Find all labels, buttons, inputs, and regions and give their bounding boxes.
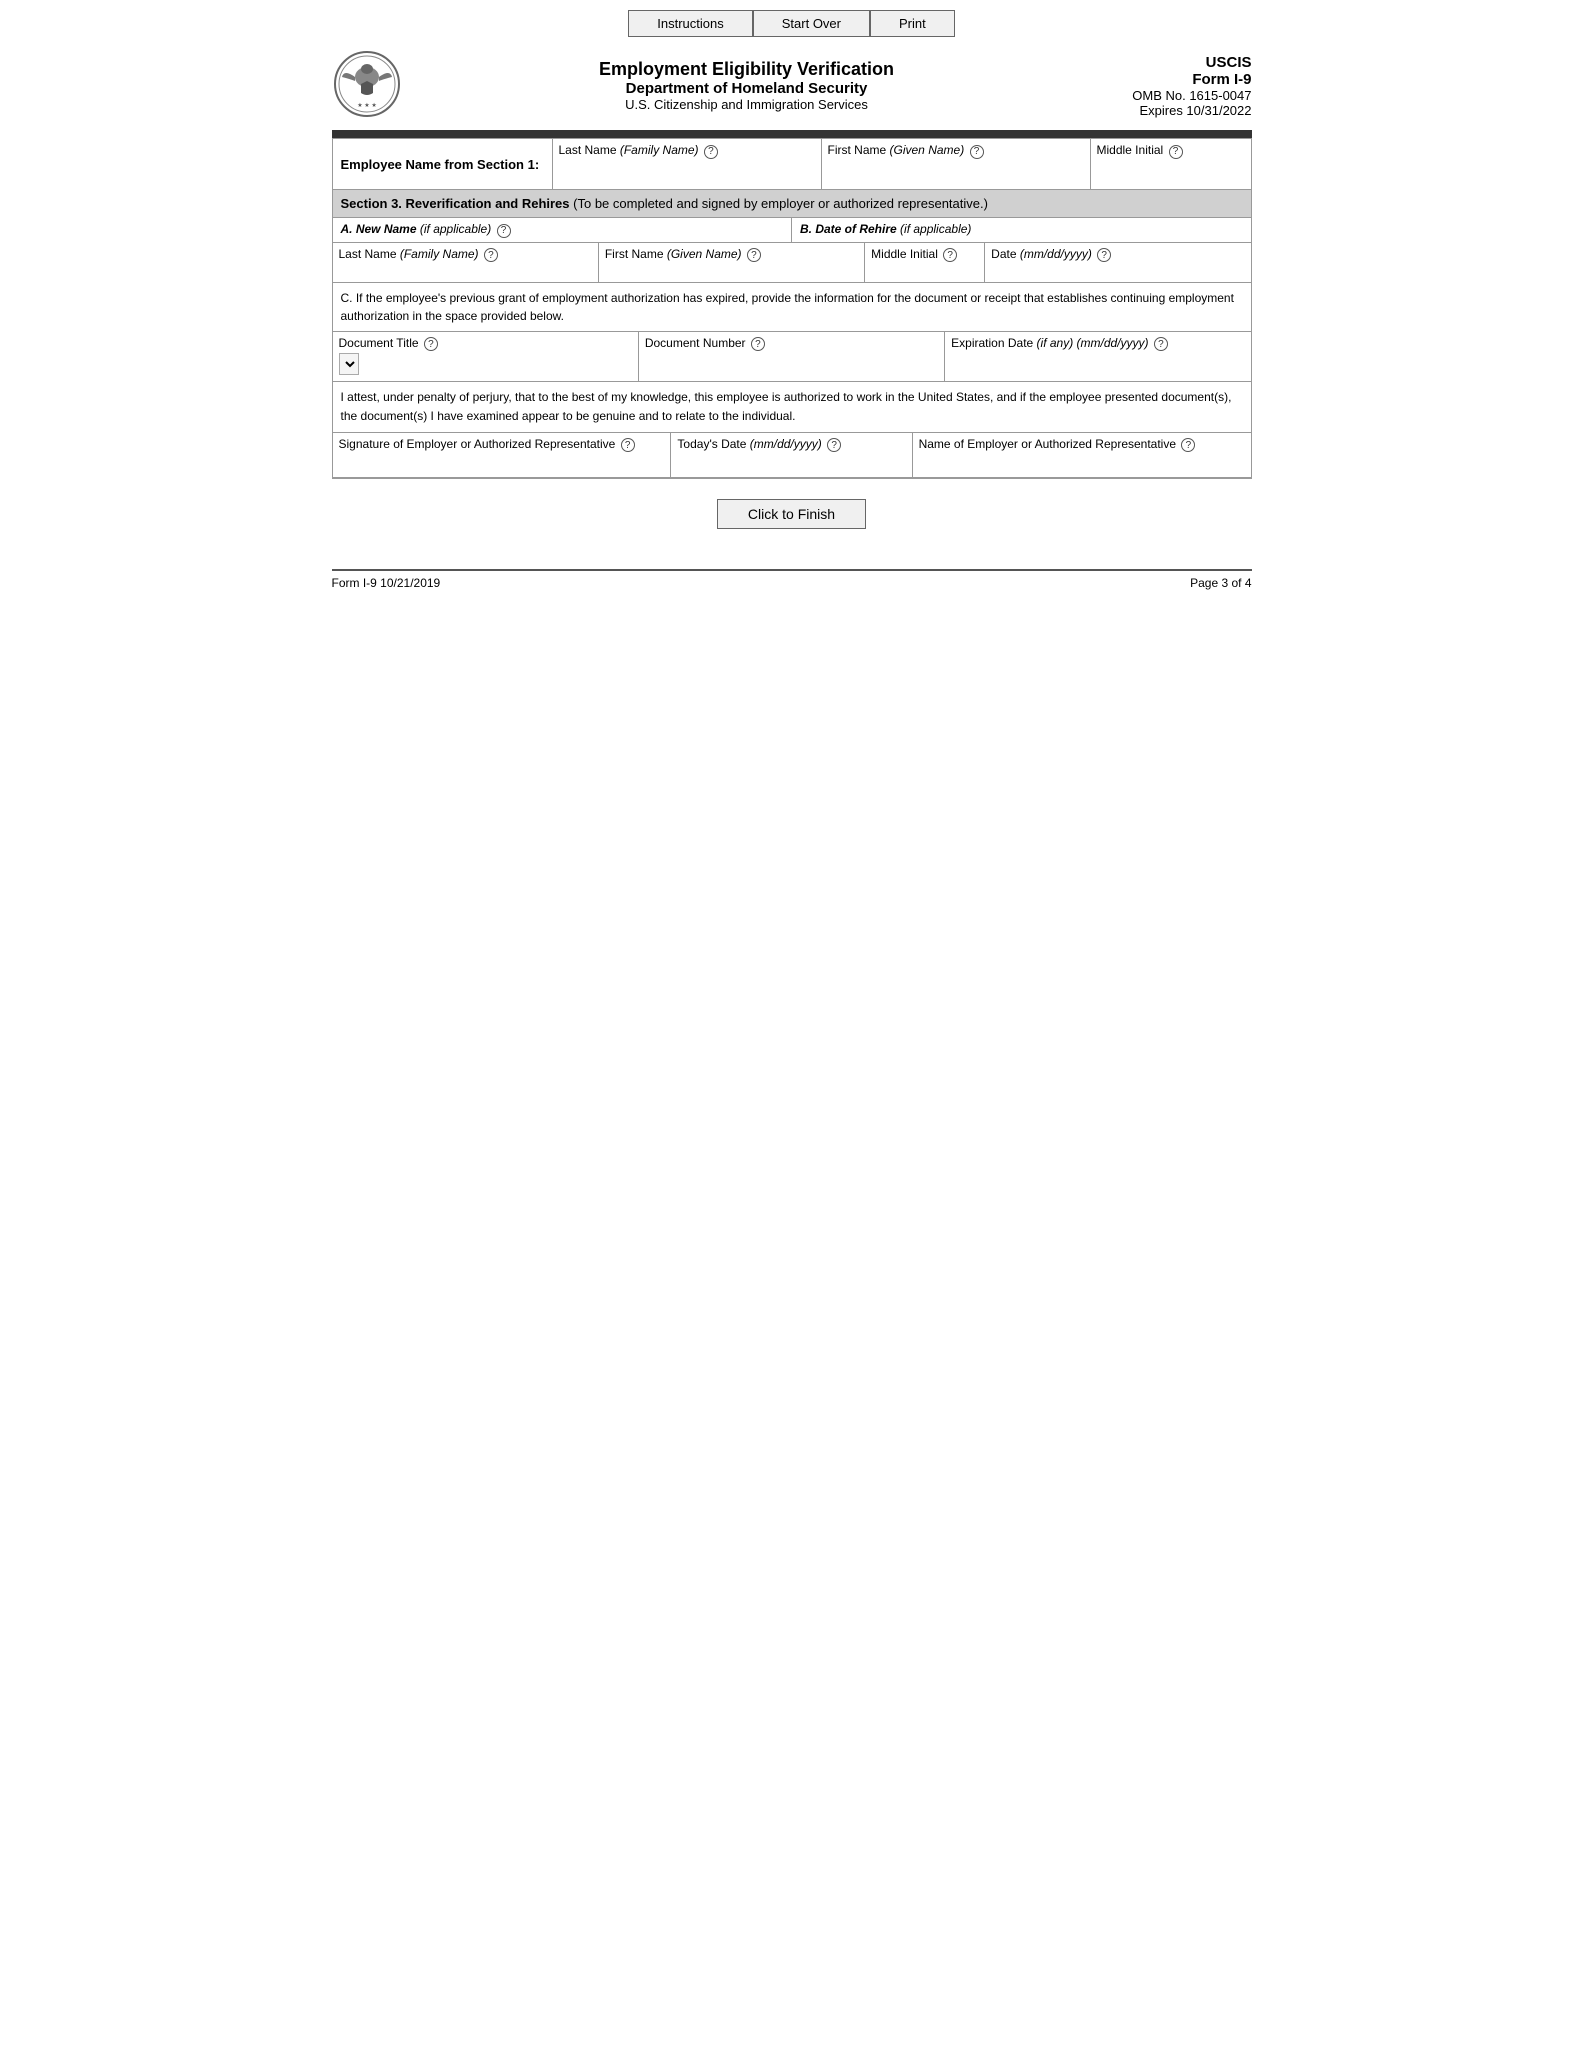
date-rehire-help-icon[interactable]: ? (1097, 248, 1111, 262)
dark-divider-bar (332, 130, 1252, 138)
employee-name-fields: Last Name (Family Name) ? First Name (Gi… (553, 139, 1251, 189)
page-header: ★ ★ ★ Employment Eligibility Verificatio… (332, 49, 1252, 122)
sub-title: Department of Homeland Security (402, 80, 1092, 97)
form-title: Form I-9 (1092, 71, 1252, 88)
signature-row: Signature of Employer or Authorized Repr… (333, 433, 1251, 478)
expiration-help-icon[interactable]: ? (1154, 337, 1168, 351)
svg-text:★ ★ ★: ★ ★ ★ (357, 102, 376, 109)
document-number-cell: Document Number ? (639, 332, 945, 381)
section-b-label: B. Date of Rehire (if applicable) (792, 218, 1251, 242)
expiration-date-cell: Expiration Date (if any) (mm/dd/yyyy) ? (945, 332, 1250, 381)
footer-left: Form I-9 10/21/2019 (332, 576, 441, 590)
employee-name-label: Employee Name from Section 1: (333, 139, 553, 189)
employee-name-row: Employee Name from Section 1: Last Name … (333, 139, 1251, 190)
instructions-button[interactable]: Instructions (628, 10, 752, 37)
section3-header: Section 3. Reverification and Rehires (T… (333, 190, 1251, 218)
uscis-label: USCIS (1092, 54, 1252, 71)
section-a-help-icon[interactable]: ? (497, 224, 511, 238)
middle-initial-label: Middle Initial ? (1097, 143, 1245, 159)
employer-name-help-icon[interactable]: ? (1181, 438, 1195, 452)
finish-area: Click to Finish (332, 499, 1252, 529)
middle-initial-cell: Middle Initial ? (1091, 139, 1251, 189)
section-a-label: A. New Name (if applicable) ? (333, 218, 793, 242)
main-title: Employment Eligibility Verification (402, 59, 1092, 80)
footer-right: Page 3 of 4 (1190, 576, 1251, 590)
signature-help-icon[interactable]: ? (621, 438, 635, 452)
name-fields-row: Last Name (Family Name) ? First Name (Gi… (333, 243, 1251, 283)
print-button[interactable]: Print (870, 10, 955, 37)
form-container: Employee Name from Section 1: Last Name … (332, 138, 1252, 479)
last-name-help-icon[interactable]: ? (704, 145, 718, 159)
date-of-rehire-cell: Date (mm/dd/yyyy) ? (985, 243, 1250, 282)
document-row: Document Title ? Document Number ? Expir… (333, 332, 1251, 382)
new-first-name-cell: First Name (Given Name) ? (599, 243, 865, 282)
header-title-area: Employment Eligibility Verification Depa… (402, 59, 1092, 112)
new-first-name-help-icon[interactable]: ? (747, 248, 761, 262)
first-name-label: First Name (Given Name) ? (828, 143, 1084, 159)
sub-title2: U.S. Citizenship and Immigration Service… (402, 97, 1092, 112)
last-name-label: Last Name (Family Name) ? (559, 143, 815, 159)
last-name-cell: Last Name (Family Name) ? (553, 139, 822, 189)
dhs-logo: ★ ★ ★ (332, 49, 402, 119)
top-navigation: Instructions Start Over Print (332, 10, 1252, 37)
first-name-help-icon[interactable]: ? (970, 145, 984, 159)
today-date-help-icon[interactable]: ? (827, 438, 841, 452)
uscis-info: USCIS Form I-9 OMB No. 1615-0047 Expires… (1092, 54, 1252, 118)
logo-area: ★ ★ ★ (332, 49, 402, 122)
document-title-label: Document Title ? (339, 336, 632, 352)
section-c-text: C. If the employee's previous grant of e… (333, 283, 1251, 332)
new-last-name-help-icon[interactable]: ? (484, 248, 498, 262)
section-ab-row: A. New Name (if applicable) ? B. Date of… (333, 218, 1251, 243)
new-middle-initial-help-icon[interactable]: ? (943, 248, 957, 262)
new-middle-initial-cell: Middle Initial ? (865, 243, 985, 282)
click-to-finish-button[interactable]: Click to Finish (717, 499, 866, 529)
expires-date: Expires 10/31/2022 (1092, 103, 1252, 118)
middle-initial-help-icon[interactable]: ? (1169, 145, 1183, 159)
page-footer: Form I-9 10/21/2019 Page 3 of 4 (332, 569, 1252, 590)
first-name-cell: First Name (Given Name) ? (822, 139, 1091, 189)
signature-cell: Signature of Employer or Authorized Repr… (333, 433, 672, 477)
doc-number-help-icon[interactable]: ? (751, 337, 765, 351)
omb-number: OMB No. 1615-0047 (1092, 88, 1252, 103)
doc-title-help-icon[interactable]: ? (424, 337, 438, 351)
new-last-name-cell: Last Name (Family Name) ? (333, 243, 599, 282)
start-over-button[interactable]: Start Over (753, 10, 870, 37)
today-date-cell: Today's Date (mm/dd/yyyy) ? (671, 433, 912, 477)
document-title-dropdown[interactable] (339, 353, 359, 375)
attestation-text: I attest, under penalty of perjury, that… (333, 382, 1251, 433)
document-title-cell: Document Title ? (333, 332, 639, 381)
employer-name-cell: Name of Employer or Authorized Represent… (913, 433, 1251, 477)
